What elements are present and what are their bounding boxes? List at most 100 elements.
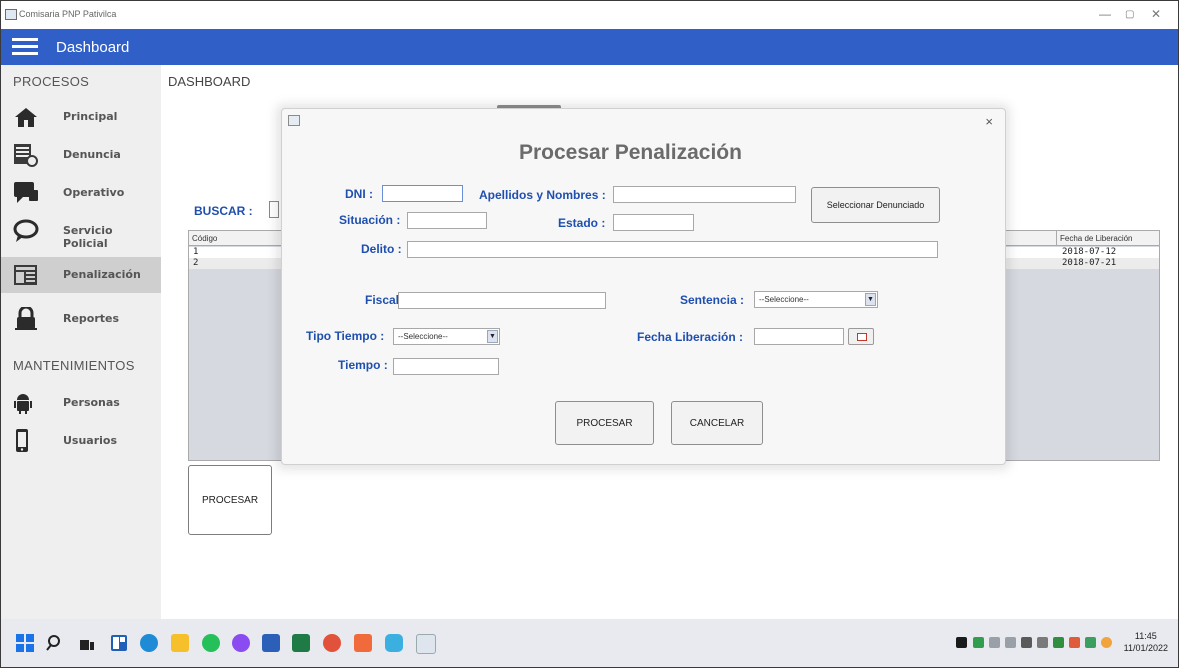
- cell-fecha: 2018-07-21: [1062, 258, 1117, 268]
- edge-icon[interactable]: [140, 634, 158, 652]
- dialog-close-button[interactable]: ×: [985, 114, 993, 129]
- buscar-label: BUSCAR :: [194, 204, 253, 218]
- sidebar-item-label: Servicio Policial: [63, 224, 113, 250]
- calendar-icon: [857, 333, 867, 341]
- estado-input[interactable]: [613, 214, 694, 231]
- chevron-down-icon: ▼: [487, 330, 498, 343]
- apellidos-label: Apellidos y Nombres :: [479, 188, 606, 202]
- maximize-button[interactable]: ▢: [1125, 9, 1134, 20]
- system-clock[interactable]: 11:45 11/01/2022: [1124, 630, 1168, 654]
- java-app-icon: [5, 9, 17, 20]
- document-icon: [13, 143, 39, 167]
- apellidos-input[interactable]: [613, 186, 796, 203]
- procesar-penalizacion-dialog: × Procesar Penalización DNI : Apellidos …: [281, 108, 1006, 465]
- java-icon[interactable]: [416, 634, 436, 654]
- tiempo-input[interactable]: [393, 358, 499, 375]
- dialog-title: Procesar Penalización: [519, 141, 742, 164]
- speech-bubble-icon: [13, 219, 39, 243]
- cancelar-button[interactable]: CANCELAR: [671, 401, 763, 445]
- cell-fecha: 2018-07-12: [1062, 247, 1117, 257]
- file-explorer-icon[interactable]: [171, 634, 189, 652]
- sidebar-item-personas[interactable]: Personas: [1, 385, 161, 422]
- excel-icon[interactable]: [292, 634, 310, 652]
- tray-app-icon[interactable]: [956, 637, 967, 648]
- sidebar-item-label: Penalización: [63, 268, 141, 281]
- messenger-icon[interactable]: [232, 634, 250, 652]
- tipo-tiempo-select[interactable]: --Seleccione-- ▼: [393, 328, 500, 345]
- sidebar-item-label: Principal: [63, 110, 118, 123]
- start-icon[interactable]: [16, 634, 34, 652]
- chrome-tray-icon[interactable]: [1085, 637, 1096, 648]
- dni-input[interactable]: [382, 185, 463, 202]
- phone-icon: [13, 429, 39, 453]
- delito-input[interactable]: [407, 241, 938, 258]
- taskbar: 11:45 11/01/2022: [1, 619, 1178, 667]
- java-app-icon: [288, 115, 300, 126]
- tipo-tiempo-label: Tipo Tiempo :: [306, 329, 385, 343]
- sidebar-item-denuncia[interactable]: Denuncia: [1, 137, 161, 174]
- situacion-input[interactable]: [407, 212, 487, 229]
- lock-icon: [13, 305, 39, 331]
- search-icon[interactable]: [46, 634, 64, 652]
- clock-date: 11/01/2022: [1123, 643, 1168, 653]
- sidebar-item-servicio-policial[interactable]: Servicio Policial: [1, 213, 161, 250]
- cell-codigo: 1: [193, 247, 199, 257]
- close-button[interactable]: ✕: [1151, 7, 1161, 21]
- notification-icon[interactable]: [1101, 637, 1112, 648]
- sidebar-item-label: Usuarios: [63, 434, 118, 447]
- sentencia-select[interactable]: --Seleccione-- ▼: [754, 291, 878, 308]
- seleccionar-denunciado-button[interactable]: Seleccionar Denunciado: [811, 187, 940, 223]
- situacion-label: Situación :: [339, 213, 401, 227]
- newspaper-icon: [13, 263, 39, 287]
- battery-icon[interactable]: [1021, 637, 1032, 648]
- procesar-main-button[interactable]: PROCESAR: [188, 465, 272, 535]
- sidebar-item-usuarios[interactable]: Usuarios: [1, 423, 161, 460]
- tipo-tiempo-value: --Seleccione--: [398, 332, 448, 341]
- calendar-button[interactable]: [848, 328, 874, 345]
- app-icon[interactable]: [354, 634, 372, 652]
- column-header-fecha[interactable]: Fecha de Liberación: [1057, 231, 1159, 246]
- window-title: Comisaria PNP Pativilca: [19, 9, 117, 19]
- cell-codigo: 2: [193, 258, 199, 268]
- sidebar: PROCESOS Principal Denuncia Operativo Se…: [1, 65, 161, 619]
- drive-icon[interactable]: [973, 637, 984, 648]
- android-icon: [13, 391, 39, 415]
- chrome-icon[interactable]: [323, 634, 341, 652]
- estado-label: Estado :: [558, 216, 606, 230]
- security-icon[interactable]: [1053, 637, 1064, 648]
- fecha-liberacion-label: Fecha Liberación :: [637, 330, 744, 344]
- sidebar-item-principal[interactable]: Principal: [1, 99, 161, 136]
- header-bar: Dashboard: [1, 29, 1178, 65]
- sidebar-item-operativo[interactable]: Operativo: [1, 175, 161, 212]
- sentencia-value: --Seleccione--: [759, 295, 809, 304]
- word-icon[interactable]: [262, 634, 280, 652]
- task-view-icon[interactable]: [78, 634, 96, 652]
- chevron-down-icon: ▼: [865, 293, 876, 306]
- home-icon: [13, 105, 39, 129]
- sidebar-item-label: Personas: [63, 396, 120, 409]
- browser-icon[interactable]: [385, 634, 403, 652]
- delito-label: Delito :: [361, 242, 402, 256]
- whatsapp-icon[interactable]: [202, 634, 220, 652]
- procesar-button[interactable]: PROCESAR: [555, 401, 654, 445]
- minimize-button[interactable]: —: [1099, 7, 1111, 21]
- title-bar: Comisaria PNP Pativilca — ▢ ✕: [1, 1, 1178, 29]
- bluetooth-icon[interactable]: [1037, 637, 1048, 648]
- sidebar-item-reportes[interactable]: Reportes: [1, 301, 161, 338]
- chat-icon: [13, 181, 39, 205]
- menu-icon[interactable]: [12, 38, 38, 56]
- clock-time: 11:45: [1134, 631, 1157, 641]
- page-title: DASHBOARD: [168, 74, 251, 89]
- section-mantenimientos: MANTENIMIENTOS: [13, 358, 135, 373]
- sidebar-item-penalizacion[interactable]: Penalización: [1, 257, 161, 293]
- fecha-liberacion-input[interactable]: [754, 328, 844, 345]
- sidebar-item-label: Reportes: [63, 312, 120, 325]
- widgets-icon[interactable]: [110, 634, 128, 652]
- sidebar-item-label: Operativo: [63, 186, 125, 199]
- dni-label: DNI :: [345, 187, 373, 201]
- network-icon[interactable]: [1005, 637, 1016, 648]
- office-icon[interactable]: [1069, 637, 1080, 648]
- volume-icon[interactable]: [989, 637, 1000, 648]
- tiempo-label: Tiempo :: [338, 358, 388, 372]
- fiscal-input[interactable]: [398, 292, 606, 309]
